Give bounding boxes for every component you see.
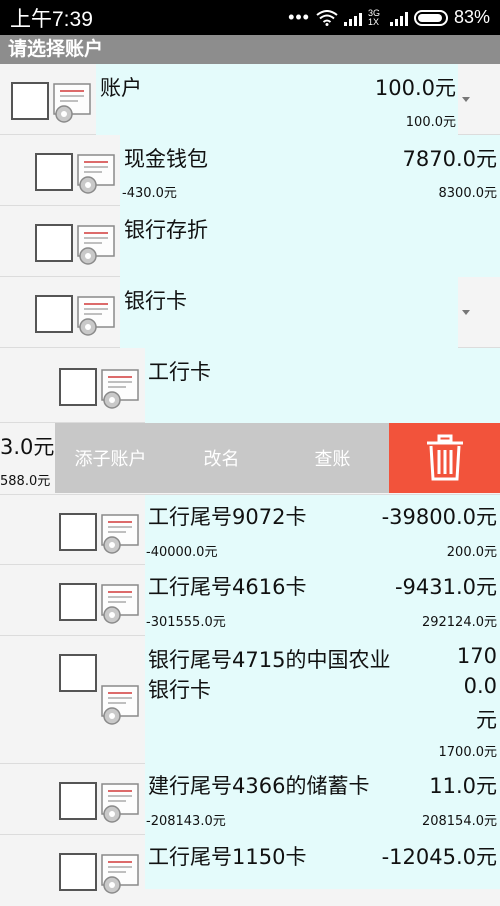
row-expense: -430.0元 bbox=[122, 186, 177, 201]
row-amount-fragment: 3.0元 bbox=[0, 435, 55, 459]
account-row[interactable]: 银行尾号4715的中国农业 银行卡 170 0.0 元 1700.0元 bbox=[0, 636, 500, 764]
account-card-icon bbox=[100, 778, 142, 826]
account-row[interactable]: 工行卡 bbox=[0, 348, 500, 423]
row-amount-line2: 0.0 bbox=[463, 674, 497, 698]
battery-percent: 83% bbox=[453, 7, 490, 27]
row-name-line2: 银行卡 bbox=[148, 678, 211, 702]
account-card-icon bbox=[100, 680, 142, 728]
row-expense: -40000.0元 bbox=[146, 545, 218, 560]
expand-caret-icon[interactable] bbox=[462, 97, 470, 102]
row-name: 银行存折 bbox=[124, 218, 208, 242]
account-card-icon bbox=[76, 220, 118, 268]
swipe-action-bar: 添子账户 改名 查账 bbox=[55, 423, 500, 493]
add-sub-account-button[interactable]: 添子账户 bbox=[55, 445, 166, 471]
row-name: 工行尾号1150卡 bbox=[148, 845, 307, 869]
row-amount-line1: 170 bbox=[456, 644, 497, 668]
row-checkbox[interactable] bbox=[59, 368, 97, 406]
row-checkbox[interactable] bbox=[11, 82, 49, 120]
account-row[interactable]: 银行存折 bbox=[0, 206, 500, 277]
row-name: 工行尾号4616卡 bbox=[148, 575, 307, 599]
row-name: 银行卡 bbox=[124, 289, 187, 313]
signal-2-icon bbox=[389, 10, 408, 26]
row-amount: -39800.0元 bbox=[381, 505, 497, 529]
row-expense: -208143.0元 bbox=[146, 814, 226, 829]
account-row[interactable]: 现金钱包 7870.0元 -430.0元 8300.0元 bbox=[0, 135, 500, 206]
row-amount: -9431.0元 bbox=[394, 575, 497, 599]
row-name-line1: 银行尾号4715的中国农业 bbox=[148, 648, 391, 672]
row-balance: 200.0元 bbox=[446, 545, 497, 560]
page-title: 请选择账户 bbox=[0, 35, 500, 64]
row-amount: 7870.0元 bbox=[402, 147, 497, 171]
account-card-icon bbox=[100, 849, 142, 897]
account-card-icon bbox=[76, 149, 118, 197]
account-row[interactable]: 工行尾号4616卡 -9431.0元 -301555.0元 292124.0元 bbox=[0, 565, 500, 636]
row-checkbox[interactable] bbox=[35, 153, 73, 191]
row-balance-fragment: 588.0元 bbox=[0, 474, 51, 489]
rename-button[interactable]: 改名 bbox=[166, 445, 277, 471]
row-balance: 100.0元 bbox=[405, 115, 456, 130]
row-name: 建行尾号4366的储蓄卡 bbox=[148, 774, 370, 798]
account-row[interactable]: 银行卡 bbox=[0, 277, 500, 348]
signal-1-icon bbox=[343, 10, 362, 26]
account-card-icon bbox=[76, 291, 118, 339]
row-amount: 11.0元 bbox=[429, 774, 497, 798]
status-icons: ••• 3G 1X 83% bbox=[288, 7, 490, 28]
status-time: 上午7:39 bbox=[10, 7, 93, 31]
row-name: 账户 bbox=[100, 76, 142, 100]
account-card-icon bbox=[100, 579, 142, 627]
row-balance: 208154.0元 bbox=[421, 814, 497, 829]
trash-icon bbox=[426, 434, 463, 481]
account-row[interactable]: 工行尾号1150卡 -12045.0元 bbox=[0, 835, 500, 906]
account-card-icon bbox=[100, 509, 142, 557]
row-checkbox[interactable] bbox=[35, 224, 73, 262]
account-row[interactable]: 建行尾号4366的储蓄卡 11.0元 -208143.0元 208154.0元 bbox=[0, 764, 500, 835]
row-name: 工行卡 bbox=[148, 360, 211, 384]
row-amount-line3: 元 bbox=[476, 708, 497, 732]
account-card-icon bbox=[100, 364, 142, 412]
account-row[interactable]: 账户 100.0元 100.0元 bbox=[0, 64, 500, 135]
expand-caret-icon[interactable] bbox=[462, 310, 470, 315]
network-label: 3G 1X bbox=[367, 7, 380, 27]
account-card-icon bbox=[52, 78, 94, 126]
account-row[interactable]: 工行尾号9072卡 -39800.0元 -40000.0元 200.0元 bbox=[0, 495, 500, 565]
row-checkbox[interactable] bbox=[59, 583, 97, 621]
battery-icon bbox=[413, 9, 448, 26]
status-bar: 上午7:39 ••• 3G 1X 83% bbox=[0, 0, 500, 35]
row-balance: 292124.0元 bbox=[421, 615, 497, 630]
row-name: 工行尾号9072卡 bbox=[148, 505, 307, 529]
row-checkbox[interactable] bbox=[59, 782, 97, 820]
row-amount: 100.0元 bbox=[374, 76, 456, 100]
row-amount: -12045.0元 bbox=[381, 845, 497, 869]
row-name: 现金钱包 bbox=[124, 147, 208, 171]
wifi-icon bbox=[316, 9, 338, 26]
delete-button[interactable] bbox=[389, 423, 500, 493]
more-dots-icon: ••• bbox=[288, 7, 310, 27]
row-checkbox[interactable] bbox=[59, 513, 97, 551]
row-balance: 1700.0元 bbox=[438, 745, 498, 760]
row-checkbox[interactable] bbox=[35, 295, 73, 333]
row-checkbox[interactable] bbox=[59, 853, 97, 891]
row-checkbox[interactable] bbox=[59, 654, 97, 692]
row-expense: -301555.0元 bbox=[146, 615, 226, 630]
row-balance: 8300.0元 bbox=[438, 186, 498, 201]
check-account-button[interactable]: 查账 bbox=[277, 445, 388, 471]
